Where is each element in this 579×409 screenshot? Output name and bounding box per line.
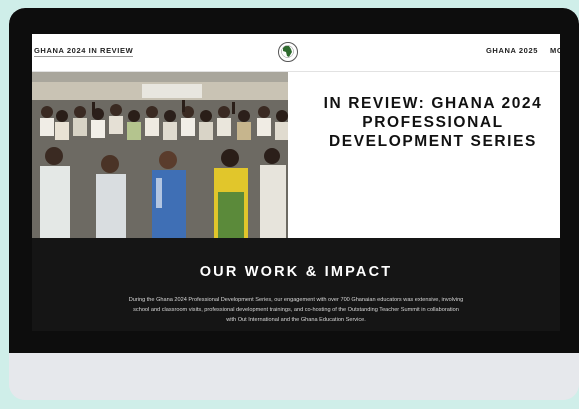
website-screen: GHANA 2024 IN REVIEW GHANA 2025 MO bbox=[32, 34, 560, 331]
hero-title-panel: IN REVIEW: GHANA 2024 PROFESSIONAL DEVEL… bbox=[288, 72, 560, 238]
hero-title: IN REVIEW: GHANA 2024 PROFESSIONAL DEVEL… bbox=[323, 95, 543, 150]
monitor-chin bbox=[9, 353, 579, 400]
monitor: GHANA 2024 IN REVIEW GHANA 2025 MO bbox=[9, 8, 579, 400]
group-photo bbox=[32, 72, 288, 238]
nav-link-ghana-2025[interactable]: GHANA 2025 bbox=[486, 46, 538, 55]
top-navigation: GHANA 2024 IN REVIEW GHANA 2025 MO bbox=[32, 34, 560, 72]
nav-right-links: GHANA 2025 MO bbox=[486, 46, 560, 55]
africa-logo-icon[interactable] bbox=[278, 42, 298, 62]
impact-title: OUR WORK & IMPACT bbox=[199, 264, 393, 280]
impact-section: OUR WORK & IMPACT During the Ghana 2024 … bbox=[32, 238, 560, 331]
nav-link-ghana-2024[interactable]: GHANA 2024 IN REVIEW bbox=[34, 46, 134, 57]
impact-description: During the Ghana 2024 Professional Devel… bbox=[128, 297, 464, 323]
hero-section: IN REVIEW: GHANA 2024 PROFESSIONAL DEVEL… bbox=[32, 72, 560, 238]
nav-link-more[interactable]: MO bbox=[550, 46, 560, 55]
